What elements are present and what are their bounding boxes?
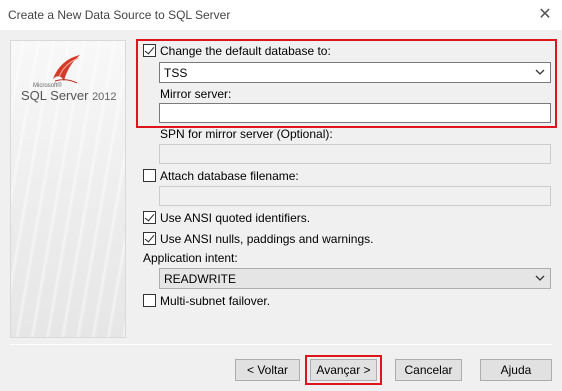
highlight-box-database xyxy=(136,39,557,128)
logo-year: 2012 xyxy=(92,91,117,103)
app-intent-select[interactable]: READWRITE xyxy=(159,268,551,289)
banner-pattern xyxy=(11,41,125,337)
ansi-quoted-label: Use ANSI quoted identifiers. xyxy=(160,211,311,225)
logo-product-name: SQL Server xyxy=(21,88,89,103)
ansi-nulls-checkbox[interactable] xyxy=(143,232,156,245)
close-icon[interactable]: ✕ xyxy=(534,4,556,26)
help-button[interactable]: Ajuda xyxy=(480,359,552,381)
title-bar: Create a New Data Source to SQL Server ✕ xyxy=(0,0,562,30)
cancel-button[interactable]: Cancelar xyxy=(395,359,462,381)
logo-product-text: SQL Server 2012 xyxy=(21,88,117,103)
spn-label: SPN for mirror server (Optional): xyxy=(160,127,333,141)
attach-db-label: Attach database filename: xyxy=(160,169,299,183)
chevron-down-icon xyxy=(535,275,545,281)
back-button[interactable]: < Voltar xyxy=(235,359,300,381)
ansi-nulls-label: Use ANSI nulls, paddings and warnings. xyxy=(160,232,374,246)
ansi-quoted-checkbox[interactable] xyxy=(143,211,156,224)
spn-input[interactable] xyxy=(159,144,551,164)
app-intent-value: READWRITE xyxy=(164,272,236,286)
footer-divider xyxy=(10,344,552,345)
side-banner: Microsoft® SQL Server 2012 xyxy=(10,40,126,338)
multisubnet-checkbox[interactable] xyxy=(143,294,156,307)
sql-server-logo-icon xyxy=(53,55,80,84)
highlight-box-next xyxy=(305,355,382,385)
attach-db-checkbox[interactable] xyxy=(143,169,156,182)
app-intent-label: Application intent: xyxy=(143,251,238,265)
attach-db-input[interactable] xyxy=(159,186,551,206)
multisubnet-label: Multi-subnet failover. xyxy=(160,294,271,308)
window-title: Create a New Data Source to SQL Server xyxy=(8,8,231,22)
